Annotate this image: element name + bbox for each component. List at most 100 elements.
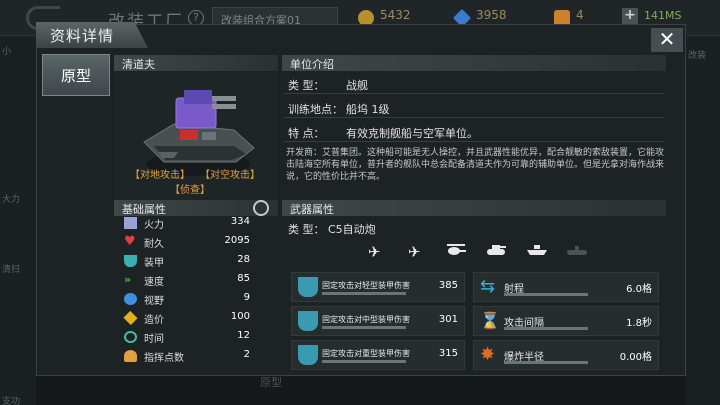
game-screen: 改装工厂 ? 改装组合方案01 5432 3958 4 + 141MS 小 大力… [0, 0, 720, 405]
stat-label: 时间 [144, 334, 164, 345]
stat-label: 指挥点数 [144, 353, 184, 364]
prop-bar [504, 293, 588, 296]
weapon-title: 武器属性 [290, 203, 334, 216]
refresh-icon[interactable] [253, 200, 269, 216]
info-value: 船坞 1级 [346, 103, 390, 116]
damage-bar [322, 360, 406, 363]
stat-row-firepower: 火力 334 [124, 216, 274, 231]
damage-bar [322, 326, 406, 329]
tank-icon [486, 243, 506, 261]
command-person-icon [124, 350, 137, 362]
stat-value: 2 [243, 349, 250, 360]
damage-row-medium: 固定攻击对中型装甲伤害 301 [291, 306, 465, 336]
stat-label: 视野 [144, 296, 164, 307]
prototype-tab-label: 原型 [60, 67, 91, 85]
damage-value: 315 [438, 348, 458, 359]
explosion-icon: ✸ [480, 344, 496, 365]
tag-ground-attack: 【对地攻击】 [130, 170, 190, 181]
right-sidebar [686, 36, 720, 405]
submarine-icon [566, 243, 588, 261]
hourglass-icon: ⌛ [480, 311, 500, 330]
light-armor-shield-icon [298, 277, 318, 297]
unit-intro-header: 单位介绍 [282, 55, 666, 71]
damage-value: 301 [438, 314, 458, 325]
stat-value: 334 [230, 216, 250, 227]
left-tab-1[interactable]: 小 [2, 44, 34, 57]
heart-icon: ♥ [124, 234, 136, 249]
unit-name: 清道夫 [122, 58, 155, 71]
prop-value: 0.00格 [619, 352, 652, 363]
bomber-plane-icon: ✈ [408, 243, 421, 261]
weapon-type-key: 类 型： [288, 223, 325, 236]
weapon-type: 类 型： C5自动炮 [288, 221, 376, 237]
prop-row-range: ⇆ 射程 6.0格 [473, 272, 659, 302]
tag-scout: 【侦查】 [170, 185, 210, 196]
stat-row-durability: ♥ 耐久 2095 [124, 235, 274, 250]
fuel-value: 4 [576, 8, 584, 22]
tag-air-attack: 【对空攻击】 [200, 170, 260, 181]
unit-description: 开发商：艾普集团。这种船可能是无人操控，并且武器性能优异，配合靓敏的索敌装置，它… [286, 148, 665, 182]
eye-icon [124, 293, 137, 305]
info-key: 类 型： [288, 79, 325, 92]
gold-value: 5432 [380, 8, 411, 22]
unit-intro-title: 单位介绍 [290, 58, 334, 71]
damage-label: 固定攻击对中型装甲伤害 [322, 315, 410, 324]
damage-label: 固定攻击对重型装甲伤害 [322, 349, 410, 358]
stat-row-armor: 装甲 28 [124, 254, 274, 269]
unit-name-header: 清道夫 [114, 55, 278, 71]
stat-row-speed: » 速度 85 [124, 273, 274, 288]
base-stats-title: 基础属性 [122, 203, 166, 216]
weapon-header: 武器属性 [282, 200, 666, 216]
stat-row-vision: 视野 9 [124, 292, 274, 307]
stat-value: 85 [237, 273, 250, 284]
info-row-type: 类 型： 战舰 [284, 74, 664, 94]
panel-title: 资料详情 [50, 27, 115, 45]
cost-cube-icon [123, 310, 138, 326]
heavy-armor-shield-icon [298, 345, 318, 365]
prototype-tab[interactable]: 原型 [42, 54, 110, 96]
left-sidebar [0, 36, 36, 405]
diamond-value: 3958 [476, 8, 507, 22]
armor-shield-icon [124, 255, 137, 267]
close-button[interactable]: ✕ [651, 28, 683, 52]
stat-value: 2095 [224, 235, 250, 246]
stat-label: 造价 [144, 315, 164, 326]
clock-icon [124, 331, 137, 343]
stat-label: 速度 [144, 277, 164, 288]
prop-value: 1.8秒 [626, 318, 652, 329]
damage-row-light: 固定攻击对轻型装甲伤害 385 [291, 272, 465, 302]
right-tab[interactable]: 改装 [688, 48, 720, 61]
stat-value: 28 [237, 254, 250, 265]
prop-bar [504, 327, 588, 330]
info-value: 战舰 [346, 79, 368, 92]
prop-value: 6.0格 [626, 284, 652, 295]
stat-label: 耐久 [144, 239, 164, 250]
left-tab-2[interactable]: 大力 [2, 192, 34, 205]
left-tab-4[interactable]: 支功 [2, 394, 34, 405]
stat-value: 9 [243, 292, 250, 303]
damage-bar [322, 292, 406, 295]
info-value: 有效克制舰船与空军单位。 [346, 127, 478, 140]
stat-label: 火力 [144, 220, 164, 231]
helicopter-icon [446, 243, 466, 261]
stat-row-time: 时间 12 [124, 330, 274, 345]
speed-chevron-icon: » [124, 273, 132, 286]
timer-text: 141MS [644, 9, 682, 22]
medium-armor-shield-icon [298, 311, 318, 331]
stat-value: 100 [230, 311, 250, 322]
prop-row-interval: ⌛ 攻击间隔 1.8秒 [473, 306, 659, 336]
add-resource-button[interactable]: + [622, 8, 638, 24]
prop-row-blast: ✸ 爆炸半径 0.00格 [473, 340, 659, 370]
bottom-label: 原型 [260, 376, 282, 389]
fighter-jet-icon: ✈ [368, 243, 381, 261]
info-row-feature: 特 点： 有效克制舰船与空军单位。 [284, 122, 664, 142]
info-key: 特 点： [288, 127, 325, 140]
info-key: 训练地点： [288, 103, 343, 116]
left-tab-3[interactable]: 清扫 [2, 262, 34, 275]
damage-value: 385 [438, 280, 458, 291]
damage-row-heavy: 固定攻击对重型装甲伤害 315 [291, 340, 465, 370]
prop-bar [504, 361, 588, 364]
range-arrows-icon: ⇆ [480, 276, 496, 297]
info-row-training: 训练地点： 船坞 1级 [284, 98, 664, 118]
stat-row-command: 指挥点数 2 [124, 349, 274, 364]
